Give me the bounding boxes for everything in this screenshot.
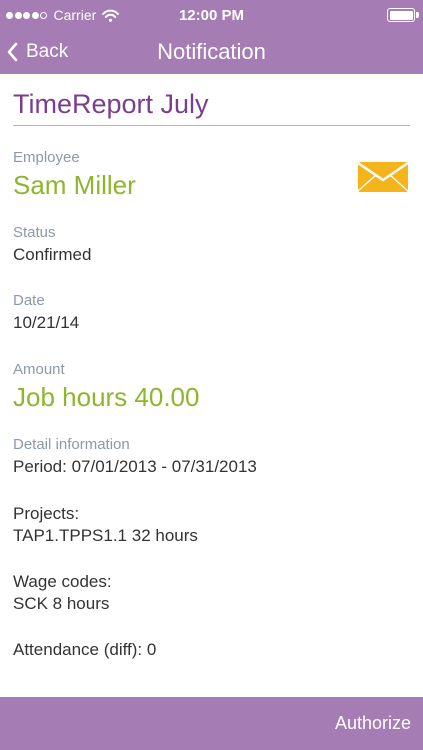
amount-label: Amount [13, 361, 65, 378]
attendance-value: Attendance (diff): 0 [13, 640, 157, 659]
wage-codes-label: Wage codes: [13, 572, 112, 591]
projects-label: Projects: [13, 504, 80, 523]
status-value: Confirmed [13, 245, 92, 264]
detail-period: Period: 07/01/2013 - 07/31/2013 [13, 457, 257, 476]
authorize-button[interactable]: Authorize [335, 713, 411, 734]
date-label: Date [13, 292, 45, 309]
status-label: Status [13, 224, 56, 241]
employee-value: Sam Miller [13, 170, 136, 200]
detail-label: Detail information [13, 436, 130, 453]
battery-fill [389, 10, 413, 20]
report-title: TimeReport July [13, 89, 209, 119]
battery-tip [416, 12, 419, 18]
projects-value: TAP1.TPPS1.1 32 hours [13, 526, 198, 545]
battery-icon [387, 8, 419, 22]
envelope-icon[interactable] [358, 162, 408, 192]
wage-codes-value: SCK 8 hours [13, 594, 110, 613]
date-value: 10/21/14 [13, 313, 80, 332]
amount-value: Job hours 40.00 [13, 382, 200, 412]
navigation-bar: Back Notification [0, 30, 423, 74]
employee-label: Employee [13, 149, 80, 166]
bottom-toolbar: Authorize [0, 697, 423, 750]
status-bar: Carrier 12:00 PM [0, 0, 423, 30]
status-time: 12:00 PM [178, 7, 245, 24]
title-divider [13, 125, 410, 126]
page-title: Notification [157, 39, 266, 64]
